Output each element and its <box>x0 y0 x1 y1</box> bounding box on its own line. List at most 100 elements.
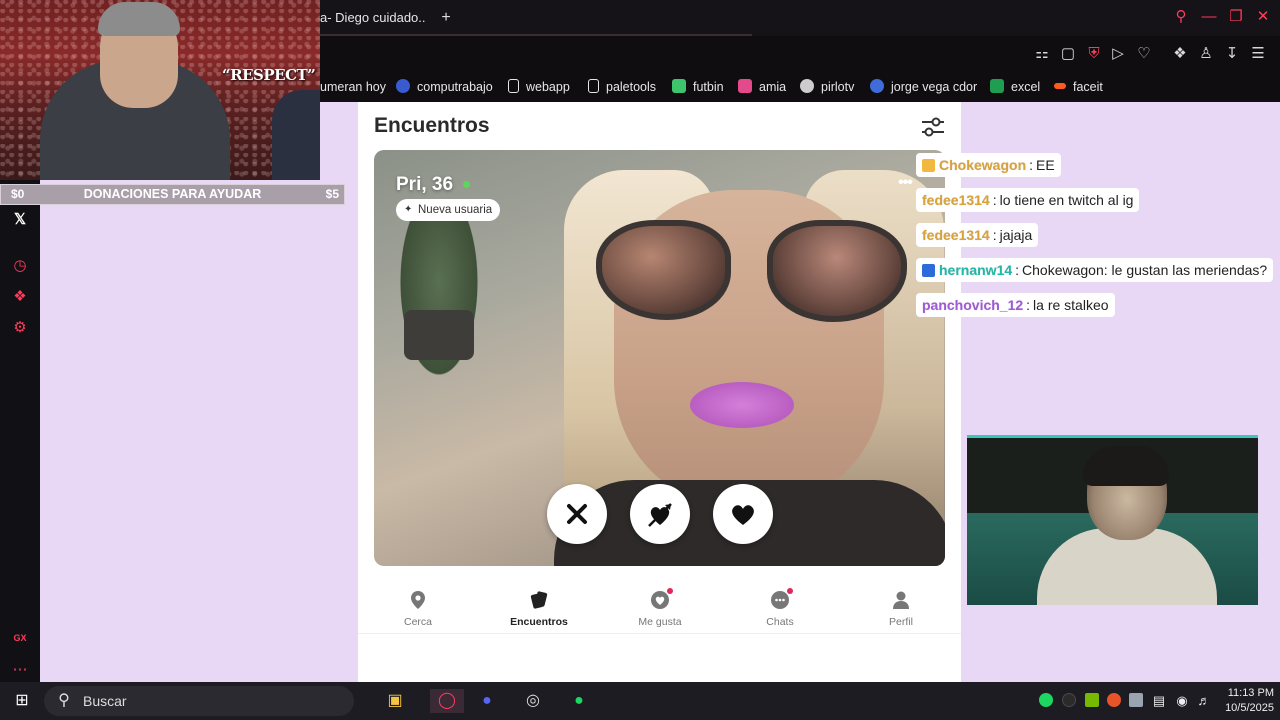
bookmark-item[interactable]: pirlotv <box>800 72 854 102</box>
gx-logo-icon[interactable]: GX <box>10 628 30 648</box>
volume-icon[interactable]: ♬ <box>1192 689 1216 713</box>
notification-dot <box>667 588 673 594</box>
chat-username: hernanw14 <box>939 262 1013 278</box>
bookmark-item[interactable]: computrabajo <box>396 72 493 102</box>
chat-text: EE <box>1036 157 1055 173</box>
bookmark-label: webapp <box>526 80 570 94</box>
stream-overlay-image <box>0 0 320 180</box>
search-placeholder: Buscar <box>83 693 127 709</box>
nvidia-icon[interactable] <box>1085 693 1099 707</box>
filter-icon[interactable] <box>920 114 946 140</box>
chat-username: Chokewagon <box>939 157 1027 173</box>
extensions-sidebar-icon[interactable]: ❖ <box>10 287 30 307</box>
history-icon[interactable]: ◷ <box>10 256 30 276</box>
shield-icon[interactable]: ⛨ <box>1084 44 1104 64</box>
chat-text: Chokewagon: le gustan las meriendas? <box>1022 262 1268 278</box>
bookmark-label: paletools <box>606 80 657 94</box>
bookmark-item[interactable]: webapp <box>508 72 570 102</box>
bookmark-label: excel <box>1011 80 1041 94</box>
windows-start-icon[interactable]: ⊞ <box>10 689 34 713</box>
discord-icon[interactable]: ● <box>475 689 499 713</box>
more-options-icon[interactable]: ••• <box>898 174 913 192</box>
nav-item-perfil[interactable]: Perfil <box>851 578 951 634</box>
crush-button[interactable] <box>630 484 690 544</box>
steam-icon[interactable] <box>1129 693 1143 707</box>
faceit-icon <box>1054 83 1066 89</box>
screen: a- Diego cuidado.. + ⚲ — ❐ ✕ ⚏ ▢ ⛨ ▷ ♡ ❖… <box>0 0 1280 720</box>
chat-text: jajaja <box>999 227 1033 243</box>
bookmark-item[interactable]: umeran hoy <box>320 72 386 102</box>
obs-icon[interactable]: ◎ <box>521 689 545 713</box>
heart-icon[interactable]: ♡ <box>1134 44 1154 64</box>
chat-text: lo tiene en twitch al ig <box>999 192 1134 208</box>
spotify-icon[interactable]: ● <box>567 689 591 713</box>
taskbar-clock[interactable]: 11:13 PM 10/5/2025 <box>1218 686 1274 716</box>
close-x-icon <box>567 504 587 524</box>
menu-icon[interactable]: ☰ <box>1248 44 1268 64</box>
new-user-badge: ✦ Nueva usuaria <box>396 199 501 221</box>
sparkle-icon: ✦ <box>404 204 413 215</box>
wifi-icon[interactable]: ◉ <box>1170 689 1194 713</box>
new-tab-button[interactable]: + <box>436 8 456 28</box>
chat-username: panchovich_12 <box>922 297 1024 313</box>
chat-message: Chokewagon: EE <box>916 153 1061 177</box>
bookmark-item[interactable]: paletools <box>588 72 656 102</box>
download-icon[interactable]: ↧ <box>1222 44 1242 64</box>
browser-tray-icon[interactable] <box>1107 693 1121 707</box>
bookmark-item[interactable]: amia <box>738 72 786 102</box>
search-icon: ⚲ <box>58 692 70 709</box>
chat-username: fedee1314 <box>922 227 990 243</box>
chat-message: panchovich_12: la re stalkeo <box>916 293 1115 317</box>
nav-item-encuentros[interactable]: Encuentros <box>489 578 589 634</box>
nav-item-chats[interactable]: Chats <box>730 578 830 634</box>
nav-label: Me gusta <box>638 616 682 628</box>
screenshot-icon[interactable]: ▢ <box>1058 44 1078 64</box>
browser-tab[interactable]: a- Diego cuidado.. <box>320 0 440 36</box>
search-icon[interactable]: ⚲ <box>1172 8 1190 26</box>
bookmark-item[interactable]: faceit <box>1054 72 1103 102</box>
more-icon[interactable]: ⋯ <box>10 660 30 680</box>
bookmark-item[interactable]: futbin <box>672 72 724 102</box>
profile-card[interactable]: Pri, 36 ✦ Nueva usuaria ••• <box>374 150 945 566</box>
chat-username: fedee1314 <box>922 192 990 208</box>
person-icon <box>893 591 909 609</box>
bookmark-label: umeran hoy <box>320 80 387 94</box>
pirlotv-icon <box>800 79 814 93</box>
profile-name-age: Pri, 36 <box>396 174 454 195</box>
bookmark-item[interactable]: excel <box>990 72 1040 102</box>
chat-text: la re stalkeo <box>1033 297 1109 313</box>
donation-bar: DONACIONES PARA AYUDAR $0 $5 <box>0 184 345 205</box>
nav-item-me-gusta[interactable]: Me gusta <box>610 578 710 634</box>
encuentros-page: Encuentros Pri, 36 ✦ Nueva usuaria ••• C… <box>358 102 961 682</box>
clock-time: 11:13 PM <box>1227 687 1274 699</box>
excel-icon <box>990 79 1004 93</box>
profile-icon[interactable]: ♙ <box>1196 44 1216 64</box>
notification-dot <box>787 588 793 594</box>
bookmark-label: jorge vega cdor <box>891 80 978 94</box>
opera-gx-icon[interactable]: ◯ <box>430 689 464 713</box>
file-explorer-icon[interactable]: ▣ <box>383 689 407 713</box>
bookmark-item[interactable]: jorge vega cdor <box>870 72 977 102</box>
cards-icon <box>530 591 548 609</box>
clock-date: 10/5/2025 <box>1225 702 1274 714</box>
amia-icon <box>738 79 752 93</box>
tray-icon[interactable] <box>1062 693 1076 707</box>
badge-label: Nueva usuaria <box>418 204 493 216</box>
overlay-quote: “RESPECT” <box>222 66 316 84</box>
close-icon[interactable]: ✕ <box>1254 8 1272 26</box>
maximize-icon[interactable]: ❐ <box>1227 8 1245 26</box>
play-icon[interactable]: ▷ <box>1108 44 1128 64</box>
spotify-tray-icon[interactable] <box>1039 693 1053 707</box>
minimize-icon[interactable]: — <box>1200 8 1218 26</box>
settings-icon[interactable]: ⚙ <box>10 318 30 338</box>
like-button[interactable] <box>713 484 773 544</box>
nav-label: Perfil <box>889 616 913 628</box>
extensions-icon[interactable]: ❖ <box>1170 44 1190 64</box>
nav-label: Chats <box>766 616 794 628</box>
bookmark-label: amia <box>759 80 787 94</box>
nav-item-cerca[interactable]: Cerca <box>368 578 468 634</box>
x-twitter-icon[interactable]: 𝕏 <box>10 210 30 230</box>
dislike-button[interactable] <box>547 484 607 544</box>
pin-icon[interactable]: ⚏ <box>1032 44 1052 64</box>
network-icon[interactable]: ▤ <box>1147 689 1171 713</box>
